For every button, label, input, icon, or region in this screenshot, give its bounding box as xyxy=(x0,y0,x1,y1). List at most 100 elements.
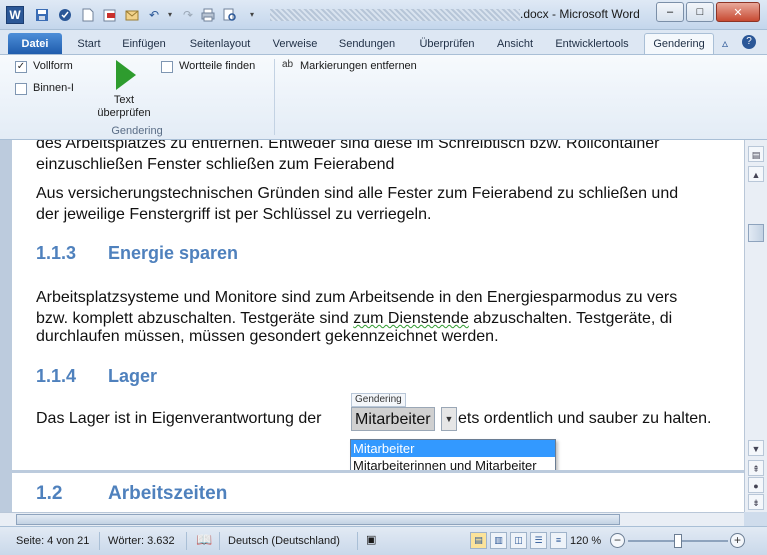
heading-lager: 1.1.4 Lager xyxy=(36,366,157,387)
wortteile-finden-label: Wortteile finden xyxy=(179,60,256,72)
page-count[interactable]: Seite: 4 von 21 xyxy=(16,535,89,547)
document-page[interactable]: 1.2 Arbeitszeiten xyxy=(12,473,744,512)
heading-number: 1.1.3 xyxy=(36,243,77,263)
browse-object-icon[interactable]: ● xyxy=(748,477,764,493)
previous-page-icon[interactable]: ⇞ xyxy=(748,460,764,476)
heading-energie-sparen: 1.1.3 Energie sparen xyxy=(36,243,238,264)
redacted-filename xyxy=(270,8,520,21)
scroll-up-icon[interactable]: ▲ xyxy=(748,166,764,182)
redo-icon[interactable]: ↷ xyxy=(180,7,196,23)
doc-line: Arbeitsplatzsysteme und Monitore sind zu… xyxy=(36,289,678,306)
gendering-dropdown-button[interactable]: ▼ xyxy=(441,407,457,431)
print-icon[interactable] xyxy=(200,7,216,23)
markierungen-entfernen-label: Markierungen entfernen xyxy=(300,60,417,72)
heading-title: Arbeitszeiten xyxy=(108,483,228,504)
tab-entwicklertools[interactable]: Entwicklertools xyxy=(548,33,636,54)
print-layout-icon[interactable]: ▤ xyxy=(470,532,487,549)
doc-line: ets ordentlich und sauber zu halten. xyxy=(458,410,712,427)
new-document-icon[interactable] xyxy=(80,7,96,23)
draft-icon[interactable]: ≡ xyxy=(550,532,567,549)
heading-number: 1.1.4 xyxy=(36,366,77,386)
zoom-slider-thumb[interactable] xyxy=(674,534,682,548)
title-bar: W ↶ ▾ ↷ ▾ .docx - Microsoft Word – □ ✕ xyxy=(0,0,767,30)
group-label-gendering: Gendering xyxy=(111,125,163,137)
zoom-level[interactable]: 120 % xyxy=(570,535,601,547)
doc-line: Das Lager ist in Eigenverantwortung der xyxy=(36,410,322,427)
doc-text: abzuschalten. Testgeräte, di xyxy=(468,310,673,327)
suggestion-item[interactable]: Mitarbeiterinnen und Mitarbeiter xyxy=(351,457,555,470)
word-count[interactable]: Wörter: 3.632 xyxy=(108,535,175,547)
undo-dropdown-icon[interactable]: ▾ xyxy=(162,7,178,23)
save-icon[interactable] xyxy=(34,7,50,23)
gendering-flagged-word[interactable]: Mitarbeiter xyxy=(351,407,435,431)
binnen-i-checkbox[interactable] xyxy=(15,83,27,95)
tab-sendungen[interactable]: Sendungen xyxy=(333,33,401,54)
status-separator xyxy=(357,532,358,550)
ruler-toggle-icon[interactable]: ▤ xyxy=(748,146,764,162)
tab-einfuegen[interactable]: Einfügen xyxy=(116,33,172,54)
vertical-scrollbar[interactable]: ▤ ▲ ▼ ⇞ ● ⇟ xyxy=(744,140,767,512)
web-layout-icon[interactable]: ◫ xyxy=(510,532,527,549)
ribbon-minimize-icon[interactable]: ▵ xyxy=(722,36,728,50)
zoom-in-icon[interactable]: + xyxy=(730,533,745,548)
doc-line: Aus versicherungstechnischen Gründen sin… xyxy=(36,185,679,202)
gendering-check-icon[interactable] xyxy=(57,7,73,23)
full-screen-reading-icon[interactable]: ▥ xyxy=(490,532,507,549)
doc-line: durchlaufen müssen, müssen gesondert gek… xyxy=(36,328,499,345)
email-icon[interactable] xyxy=(124,7,140,23)
document-page[interactable]: des Arbeitsplatzes zu entfernen. Entwede… xyxy=(12,140,744,470)
wortteile-finden-checkbox[interactable] xyxy=(161,61,173,73)
markierungen-entfernen-button[interactable]: ab Markierungen entfernen xyxy=(280,57,432,75)
doc-line: der jeweilige Fenstergriff ist per Schlü… xyxy=(36,206,432,223)
customize-qat-icon[interactable]: ▾ xyxy=(244,7,260,23)
language-indicator[interactable]: Deutsch (Deutschland) xyxy=(228,535,340,547)
heading-arbeitszeiten: 1.2 Arbeitszeiten xyxy=(36,483,227,505)
macro-recording-icon[interactable]: ▣ xyxy=(366,533,376,546)
tab-seitenlayout[interactable]: Seitenlayout xyxy=(182,33,258,54)
scroll-thumb[interactable] xyxy=(748,224,764,242)
gendering-smart-tag[interactable]: Gendering xyxy=(351,393,406,407)
tab-ueberpruefen[interactable]: Überprüfen xyxy=(411,33,483,54)
tab-verweise[interactable]: Verweise xyxy=(267,33,323,54)
document-area[interactable]: des Arbeitsplatzes zu entfernen. Entwede… xyxy=(0,140,744,512)
text-ueberpruefen-button[interactable]: Text überprüfen xyxy=(88,55,160,121)
tab-ansicht[interactable]: Ansicht xyxy=(492,33,538,54)
binnen-i-label: Binnen-I xyxy=(33,82,74,94)
vollform-label: Vollform xyxy=(33,60,73,72)
tab-datei[interactable]: Datei xyxy=(8,33,62,54)
horizontal-scrollbar[interactable] xyxy=(0,512,744,526)
heading-title: Energie sparen xyxy=(108,243,239,263)
close-button[interactable]: ✕ xyxy=(716,2,760,22)
minimize-button[interactable]: – xyxy=(656,2,684,22)
print-preview-icon[interactable] xyxy=(222,7,238,23)
outline-icon[interactable]: ☰ xyxy=(530,532,547,549)
ribbon-gendering: ✓ Vollform Binnen-I Text überprüfen Wort… xyxy=(0,54,767,140)
suggestion-item[interactable]: Mitarbeiter xyxy=(351,440,555,457)
undo-icon[interactable]: ↶ xyxy=(146,7,162,23)
pdf-icon[interactable] xyxy=(102,7,118,23)
word-app-icon[interactable]: W xyxy=(6,6,24,24)
tab-start[interactable]: Start xyxy=(72,33,106,54)
doc-text: bzw. komplett abzuschalten. Testgeräte s… xyxy=(36,310,354,327)
status-bar: Seite: 4 von 21 Wörter: 3.632 📖 Deutsch … xyxy=(0,526,767,555)
help-icon[interactable]: ? xyxy=(742,35,756,49)
scroll-down-icon[interactable]: ▼ xyxy=(748,440,764,456)
vollform-checkbox[interactable]: ✓ xyxy=(15,61,27,73)
next-page-icon[interactable]: ⇟ xyxy=(748,494,764,510)
status-separator xyxy=(219,532,220,550)
tab-gendering[interactable]: Gendering xyxy=(644,33,714,54)
play-icon xyxy=(116,60,136,90)
proofing-icon[interactable]: 📖 xyxy=(196,532,212,548)
group-separator xyxy=(274,59,275,135)
text-ueberpruefen-label-2: überprüfen xyxy=(97,107,151,119)
ribbon-tabs: Datei Start Einfügen Seitenlayout Verwei… xyxy=(0,30,767,54)
doc-line: einzuschließen Fenster schließen zum Fei… xyxy=(36,156,395,173)
maximize-button[interactable]: □ xyxy=(686,2,714,22)
scroll-thumb[interactable] xyxy=(16,514,620,525)
heading-number: 1.2 xyxy=(36,483,63,504)
grammar-flagged-text[interactable]: zum Dienstende xyxy=(353,310,469,327)
text-ueberpruefen-label-1: Text xyxy=(113,94,135,106)
status-separator xyxy=(186,532,187,550)
window-title: .docx - Microsoft Word xyxy=(270,7,640,21)
zoom-out-icon[interactable]: − xyxy=(610,533,625,548)
